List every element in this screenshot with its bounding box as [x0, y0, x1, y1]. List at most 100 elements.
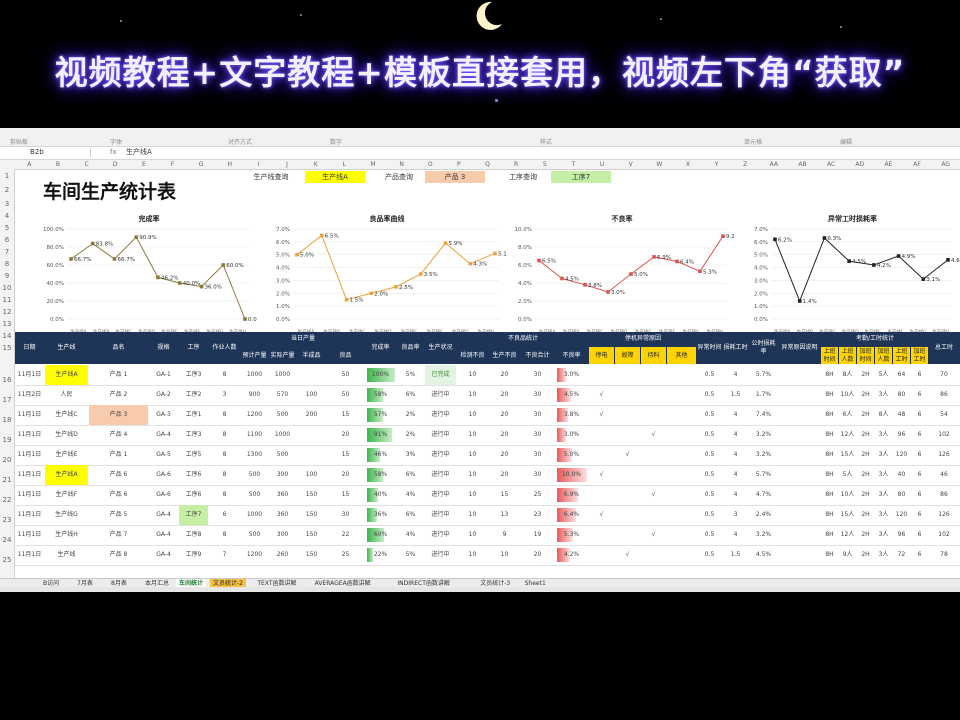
- table-cell-reason[interactable]: [779, 485, 820, 505]
- table-cell-total[interactable]: 126: [929, 505, 959, 525]
- table-cell-workers[interactable]: 8: [209, 365, 240, 385]
- table-cell-l4[interactable]: 5人: [875, 365, 892, 385]
- table-cell-l1[interactable]: 8H: [821, 465, 838, 485]
- table-cell-hrs[interactable]: 4: [723, 525, 748, 545]
- table-cell-workers[interactable]: 8: [209, 485, 240, 505]
- name-box[interactable]: B2b: [2, 148, 91, 157]
- table-cell-l5[interactable]: 120: [893, 445, 910, 465]
- table-cell-d3[interactable]: 19: [521, 525, 554, 545]
- table-cell-rate[interactable]: 58%: [365, 385, 396, 405]
- table-cell-abn[interactable]: 0.5: [697, 425, 722, 445]
- table-cell-line[interactable]: 人民: [45, 385, 88, 405]
- table-cell-good[interactable]: 15: [327, 445, 364, 465]
- table-cell-e1[interactable]: √: [589, 405, 614, 425]
- query-value[interactable]: 生产线A: [305, 171, 365, 183]
- table-cell-d4[interactable]: 3.0%: [555, 425, 588, 445]
- table-cell-d4[interactable]: 10.0%: [555, 465, 588, 485]
- table-cell-date[interactable]: 11月1日: [15, 545, 44, 565]
- table-cell-reason[interactable]: [779, 465, 820, 485]
- column-header-yield[interactable]: 良品率: [397, 332, 424, 364]
- table-cell-process[interactable]: 工序9: [179, 545, 208, 565]
- column-header[interactable]: AA: [760, 160, 789, 169]
- column-header-process[interactable]: 工序: [179, 332, 208, 364]
- table-cell-rate[interactable]: 57%: [365, 405, 396, 425]
- table-cell-yield[interactable]: 3%: [397, 445, 424, 465]
- table-cell-date[interactable]: 11月1日: [15, 445, 44, 465]
- column-header[interactable]: O: [416, 160, 445, 169]
- table-cell-line[interactable]: 生产线H: [45, 525, 88, 545]
- table-cell-l5[interactable]: 96: [893, 525, 910, 545]
- table-cell-l5[interactable]: 80: [893, 485, 910, 505]
- table-cell-rate[interactable]: 60%: [365, 525, 396, 545]
- table-cell-workers[interactable]: 8: [209, 425, 240, 445]
- table-cell-total[interactable]: 102: [929, 525, 959, 545]
- column-header[interactable]: X: [674, 160, 703, 169]
- table-cell-process[interactable]: 工序3: [179, 425, 208, 445]
- table-cell-hrs[interactable]: 4: [723, 485, 748, 505]
- table-cell-e1[interactable]: [589, 425, 614, 445]
- row-header[interactable]: 2: [0, 186, 14, 194]
- table-cell-rate[interactable]: 58%: [365, 465, 396, 485]
- query-value[interactable]: 产品 3: [425, 171, 485, 183]
- table-cell-l5[interactable]: 64: [893, 365, 910, 385]
- table-cell-l6[interactable]: 6: [911, 445, 928, 465]
- table-cell-abn[interactable]: 0.5: [697, 525, 722, 545]
- table-cell-actual[interactable]: 360: [269, 505, 296, 525]
- table-cell-product[interactable]: 产品 1: [89, 365, 148, 385]
- table-cell-l6[interactable]: 6: [911, 545, 928, 565]
- table-cell-d1[interactable]: 10: [457, 365, 488, 385]
- table-cell-process[interactable]: 工序7: [179, 505, 208, 525]
- table-cell-l2[interactable]: 8人: [839, 365, 856, 385]
- column-header[interactable]: F: [158, 160, 187, 169]
- table-cell-loss[interactable]: 3.2%: [749, 525, 778, 545]
- table-cell-l5[interactable]: 80: [893, 385, 910, 405]
- table-cell-good[interactable]: 25: [327, 545, 364, 565]
- table-cell-d4[interactable]: 6.4%: [555, 505, 588, 525]
- table-cell-d4[interactable]: 3.8%: [555, 405, 588, 425]
- table-cell-workers[interactable]: 3: [209, 385, 240, 405]
- column-header-d4[interactable]: 不良率: [555, 347, 588, 364]
- table-cell-e4[interactable]: [667, 525, 696, 545]
- table-cell-l6[interactable]: 6: [911, 485, 928, 505]
- table-cell-semi[interactable]: 150: [297, 525, 326, 545]
- table-cell-plan[interactable]: 1000: [241, 505, 268, 525]
- table-cell-total[interactable]: 78: [929, 545, 959, 565]
- row-header[interactable]: 1: [0, 172, 14, 180]
- table-cell-good[interactable]: 50: [327, 385, 364, 405]
- table-cell-e4[interactable]: [667, 445, 696, 465]
- row-header[interactable]: 22: [0, 496, 14, 504]
- column-header-l5[interactable]: 上班工时: [893, 347, 910, 364]
- row-header[interactable]: 7: [0, 248, 14, 256]
- table-cell-e1[interactable]: [589, 365, 614, 385]
- column-header[interactable]: R: [502, 160, 531, 169]
- table-cell-d3[interactable]: 20: [521, 545, 554, 565]
- table-cell-process[interactable]: 工序5: [179, 445, 208, 465]
- table-cell-abn[interactable]: 0.5: [697, 405, 722, 425]
- row-header[interactable]: 15: [0, 344, 14, 352]
- table-cell-e4[interactable]: [667, 385, 696, 405]
- column-header[interactable]: AC: [817, 160, 846, 169]
- table-cell-l6[interactable]: 6: [911, 525, 928, 545]
- row-header[interactable]: 25: [0, 556, 14, 564]
- row-header[interactable]: 4: [0, 212, 14, 220]
- table-cell-e1[interactable]: √: [589, 385, 614, 405]
- table-cell-status[interactable]: 进行中: [425, 385, 456, 405]
- table-cell-loss[interactable]: 3.2%: [749, 425, 778, 445]
- table-cell-l4[interactable]: 3人: [875, 445, 892, 465]
- table-cell-line[interactable]: 生产线A: [45, 465, 88, 485]
- table-row[interactable]: 11月1日 生产线E 产品 1 GA-5 工序5 8 1300 500 15 46% 3% 进行中 10…: [15, 445, 960, 466]
- table-cell-plan[interactable]: 1200: [241, 545, 268, 565]
- table-cell-e4[interactable]: [667, 365, 696, 385]
- fx-icon[interactable]: fx: [110, 148, 117, 157]
- column-header-date[interactable]: 日期: [15, 332, 44, 364]
- table-cell-workers[interactable]: 8: [209, 525, 240, 545]
- table-cell-semi[interactable]: [297, 445, 326, 465]
- column-header[interactable]: D: [101, 160, 130, 169]
- column-header[interactable]: H: [215, 160, 244, 169]
- table-cell-actual[interactable]: 300: [269, 465, 296, 485]
- table-cell-l4[interactable]: 3人: [875, 525, 892, 545]
- table-cell-date[interactable]: 11月1日: [15, 525, 44, 545]
- table-row[interactable]: 11月1日 生产线H 产品 7 GA-4 工序8 8 500 300 150 22 60% 4% 进行中…: [15, 525, 960, 546]
- table-cell-l6[interactable]: 6: [911, 365, 928, 385]
- table-cell-plan[interactable]: 500: [241, 525, 268, 545]
